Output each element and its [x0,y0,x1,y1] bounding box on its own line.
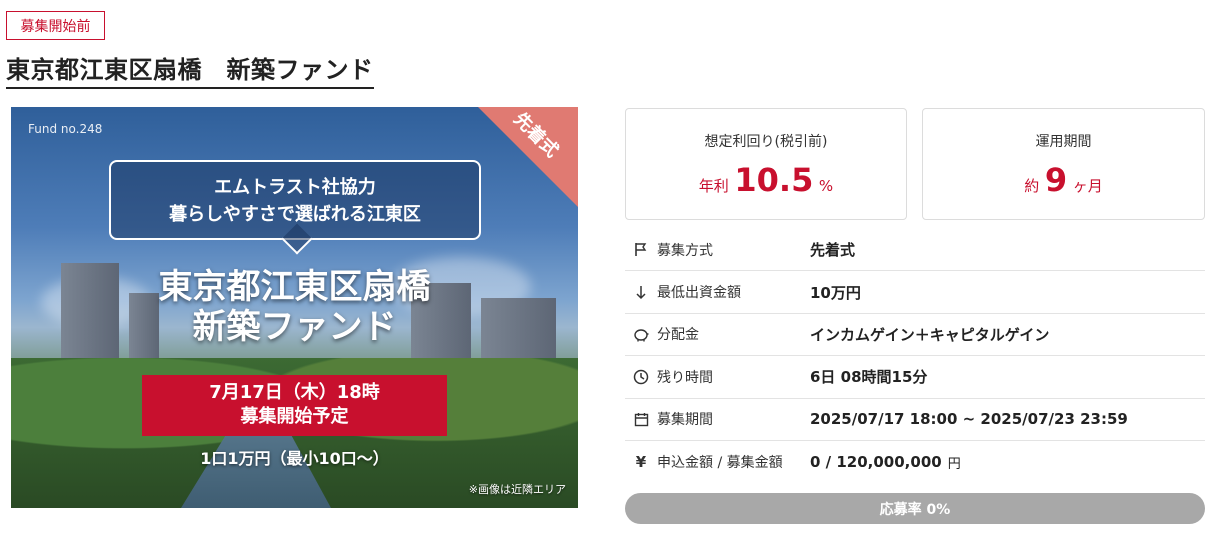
info-value: 先着式 [810,241,856,260]
fund-number: Fund no.248 [28,122,103,136]
yen-icon: ¥ [635,453,647,472]
period-suffix: ヶ月 [1072,177,1103,195]
fund-hero-image: Fund no.248 先着式 エムトラスト社協力 暮らしやすさで選ばれる江東区… [11,107,578,508]
yield-label: 想定利回り(税引前) [704,134,828,150]
hero-callout: エムトラスト社協力 暮らしやすさで選ばれる江東区 [109,160,481,240]
status-badge: 募集開始前 [6,11,105,40]
calendar-icon [625,412,657,427]
yield-suffix: % [818,177,834,195]
yield-card: 想定利回り(税引前) 年利 10.5 % [625,108,907,220]
info-row-amount: ¥ 申込金額 / 募集金額 0 / 120,000,000 円 [625,441,1205,483]
yield-value-group: 年利 10.5 % [626,161,906,199]
callout-line-1: エムトラスト社協力 [214,177,376,198]
yield-value: 10.5 [734,161,814,199]
start-date: 7月17日（木）18時 [209,382,380,403]
image-note: ※画像は近隣エリア [468,483,566,496]
progress-label: 応募率 0% [879,501,951,518]
period-value-group: 約 9 ヶ月 [923,161,1204,199]
info-label: 残り時間 [657,369,713,386]
info-row-period: 募集期間 2025/07/17 18:00 ~ 2025/07/23 23:59 [625,399,1205,441]
page-title: 東京都江東区扇橋 新築ファンド [6,50,374,89]
arrow-down-icon [625,285,657,300]
clock-icon [625,369,657,385]
callout-line-2: 暮らしやすさで選ばれる江東区 [169,204,421,225]
info-row-method: 募集方式 先着式 [625,229,1205,272]
application-progress-bar: 応募率 0% [625,493,1205,524]
info-row-min-investment: 最低出資金額 10万円 [625,271,1205,314]
flag-icon [625,242,657,257]
piggy-bank-icon [625,327,657,342]
info-label: 最低出資金額 [657,285,741,302]
info-label: 募集期間 [657,412,713,429]
unit-price: 1口1万円（最小10口〜） [200,449,389,468]
period-card: 運用期間 約 9 ヶ月 [922,108,1205,220]
fund-info-list: 募集方式 先着式 最低出資金額 10万円 分配金 インカムゲイン＋キャピタルゲイ… [625,229,1205,483]
info-value: 6日 08時間15分 [810,368,928,387]
info-label: 申込金額 / 募集金額 [657,455,783,472]
info-value: 2025/07/17 18:00 ~ 2025/07/23 23:59 [810,410,1128,429]
period-value: 9 [1044,161,1068,199]
hero-title: 東京都江東区扇橋 新築ファンド [11,267,578,347]
period-prefix: 約 [1024,177,1040,195]
yield-prefix: 年利 [698,177,729,195]
info-value: 0 / 120,000,000 [810,453,942,472]
hero-title-line-2: 新築ファンド [192,307,397,347]
start-label: 募集開始予定 [240,406,349,427]
info-label: 募集方式 [657,242,713,259]
info-value: 10万円 [810,283,861,302]
info-unit: 円 [947,456,961,472]
info-row-time-left: 残り時間 6日 08時間15分 [625,356,1205,399]
hero-title-line-1: 東京都江東区扇橋 [158,267,431,307]
period-label: 運用期間 [1035,134,1092,150]
info-label: 分配金 [657,327,699,344]
start-date-banner: 7月17日（木）18時 募集開始予定 [142,375,447,436]
info-value: インカムゲイン＋キャピタルゲイン [810,325,1050,344]
info-row-distribution: 分配金 インカムゲイン＋キャピタルゲイン [625,314,1205,357]
